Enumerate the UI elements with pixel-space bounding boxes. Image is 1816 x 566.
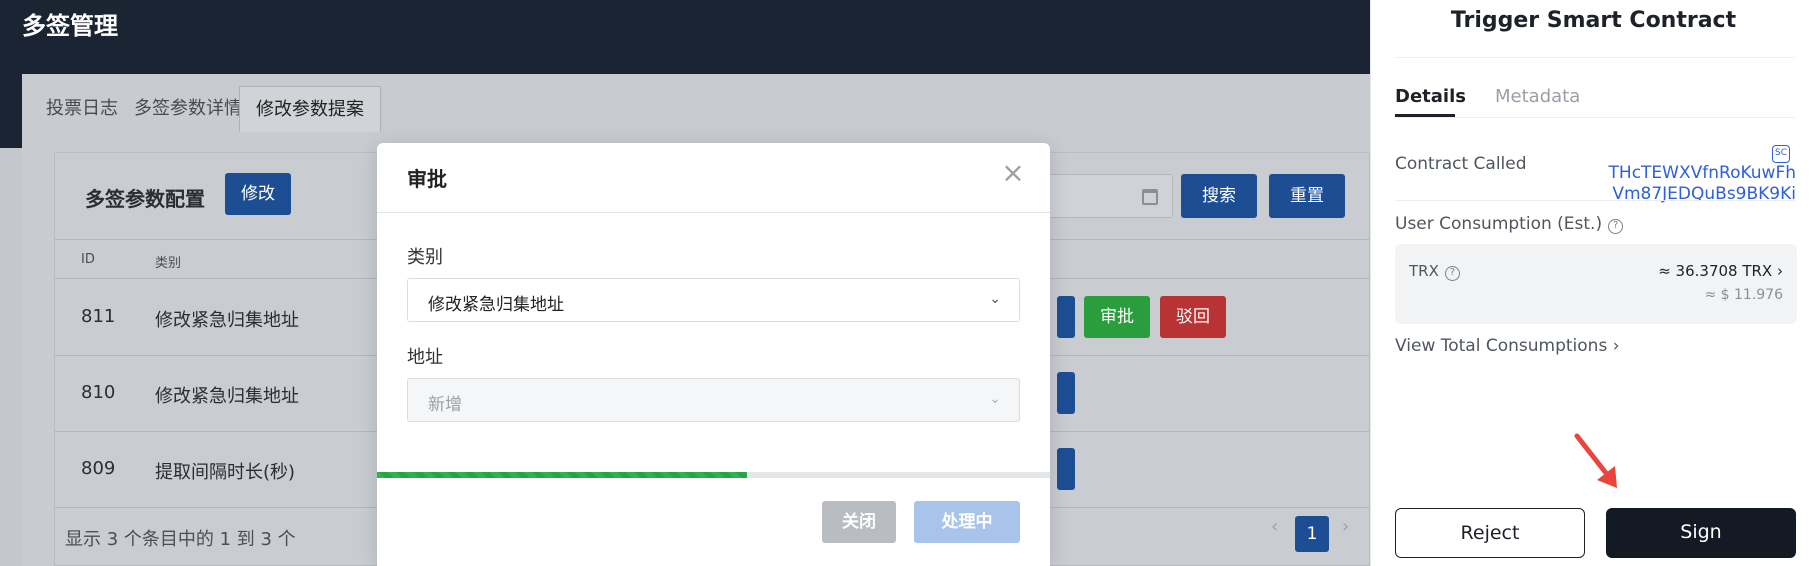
- close-icon[interactable]: ×: [1000, 159, 1026, 187]
- row-action-button[interactable]: [1057, 448, 1075, 490]
- reject-row-button[interactable]: 驳回: [1160, 296, 1226, 338]
- app-title: 多签管理: [22, 12, 118, 40]
- smart-contract-icon: SC: [1772, 145, 1790, 163]
- divider: [1395, 57, 1795, 58]
- reset-button[interactable]: 重置: [1269, 174, 1345, 218]
- help-icon[interactable]: ?: [1444, 266, 1460, 281]
- contract-called-label: Contract Called: [1395, 154, 1527, 174]
- category-select[interactable]: 修改紧急归集地址 ⌄: [407, 278, 1020, 322]
- edit-button[interactable]: 修改: [225, 173, 291, 215]
- view-total-text: View Total Consumptions: [1395, 336, 1608, 356]
- category-label: 类别: [407, 247, 443, 268]
- calendar-icon: [1142, 189, 1158, 205]
- contract-address-line-2: Vm87JEDQuBs9BK9Ki: [1612, 184, 1796, 204]
- row-category: 修改紧急归集地址: [155, 310, 299, 331]
- wallet-title: Trigger Smart Contract: [1450, 8, 1737, 33]
- trx-label-text: TRX: [1409, 262, 1439, 280]
- pagination-summary: 显示 3 个条目中的 1 到 3 个: [65, 529, 296, 550]
- help-icon[interactable]: ?: [1608, 219, 1624, 234]
- view-total-consumptions-link[interactable]: View Total Consumptions ›: [1395, 336, 1620, 356]
- close-button[interactable]: 关闭: [822, 501, 896, 543]
- reject-button[interactable]: Reject: [1395, 508, 1585, 558]
- tab-modify-proposal[interactable]: 修改参数提案: [239, 86, 381, 132]
- column-category: 类别: [155, 256, 182, 271]
- tab-bar: 投票日志 多签参数详情 修改参数提案: [22, 86, 1370, 132]
- category-select-value: 修改紧急归集地址: [428, 295, 564, 315]
- address-label: 地址: [407, 347, 443, 368]
- column-id: ID: [81, 252, 95, 267]
- trx-value-text: ≈ 36.3708 TRX: [1658, 262, 1773, 280]
- chevron-down-icon: ⌄: [989, 291, 1001, 307]
- consumption-label: User Consumption (Est.)?: [1395, 214, 1624, 234]
- wallet-panel: Trigger Smart Contract Details Metadata …: [1370, 0, 1816, 566]
- chevron-right-icon: ›: [1612, 336, 1620, 356]
- chevron-right-icon: ›: [1777, 262, 1783, 280]
- row-id: 809: [81, 458, 116, 479]
- tab-details[interactable]: Details: [1395, 86, 1466, 107]
- approve-button[interactable]: 审批: [1084, 296, 1150, 338]
- consumption-label-text: User Consumption (Est.): [1395, 214, 1603, 234]
- tab-multisig-details[interactable]: 多签参数详情: [134, 86, 242, 132]
- modal-title: 审批: [407, 167, 447, 191]
- row-id: 810: [81, 382, 116, 403]
- next-page-icon[interactable]: ›: [1342, 516, 1349, 537]
- divider: [1395, 200, 1795, 201]
- row-id: 811: [81, 306, 116, 327]
- panel-title: 多签参数配置: [85, 187, 205, 211]
- processing-button: 处理中: [914, 501, 1020, 543]
- row-action-button[interactable]: [1057, 372, 1075, 414]
- usd-value: ≈ $ 11.976: [1704, 287, 1783, 303]
- row-action-button[interactable]: [1057, 296, 1075, 338]
- row-category: 提取间隔时长(秒): [155, 462, 296, 483]
- trx-label: TRX?: [1409, 262, 1460, 281]
- tab-vote-log[interactable]: 投票日志: [46, 86, 118, 132]
- modal-divider: [377, 212, 1050, 213]
- contract-address-link[interactable]: SCTHcTEWXVfnRoKuwFh Vm87JEDQuBs9BK9Ki: [1586, 142, 1796, 205]
- address-select: 新增 ⌄: [407, 378, 1020, 422]
- page-button[interactable]: 1: [1295, 516, 1329, 552]
- prev-page-icon[interactable]: ‹: [1271, 516, 1278, 537]
- consumption-box: TRX? ≈ 36.3708 TRX › ≈ $ 11.976: [1395, 244, 1797, 324]
- contract-address-line-1: THcTEWXVfnRoKuwFh: [1608, 163, 1796, 183]
- approval-modal: 审批 × 类别 修改紧急归集地址 ⌄ 地址 新增 ⌄ 关闭 处理中: [377, 143, 1050, 566]
- search-button[interactable]: 搜索: [1181, 174, 1257, 218]
- row-category: 修改紧急归集地址: [155, 386, 299, 407]
- sign-button[interactable]: Sign: [1606, 508, 1796, 558]
- arrow-pointer-icon: [1574, 433, 1617, 488]
- divider: [1395, 117, 1795, 118]
- tab-metadata[interactable]: Metadata: [1495, 86, 1580, 107]
- progress-fill: [377, 472, 748, 478]
- chevron-down-icon: ⌄: [989, 391, 1001, 407]
- progress-bar: [377, 472, 1050, 478]
- trx-value[interactable]: ≈ 36.3708 TRX ›: [1658, 262, 1783, 280]
- address-select-value: 新增: [428, 395, 462, 415]
